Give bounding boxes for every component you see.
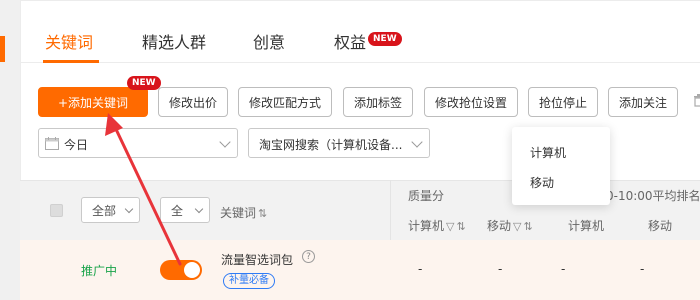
add-keyword-new-badge: NEW xyxy=(127,76,161,90)
rank-mobile-header: 移动 xyxy=(648,219,673,233)
promotion-toggle[interactable] xyxy=(160,260,202,280)
quality-pc-label: 计算机 xyxy=(408,219,445,233)
tab-benefits[interactable]: 权益 NEW xyxy=(334,29,402,53)
add-follow-button[interactable]: 添加关注 xyxy=(608,87,678,117)
chevron-down-icon xyxy=(411,136,423,148)
tab-keywords[interactable]: 关键词 xyxy=(45,29,93,53)
popup-item-mobile[interactable]: 移动 xyxy=(530,174,554,191)
quality-score-group-header: 质量分 xyxy=(408,189,445,203)
chevron-down-icon xyxy=(124,204,134,214)
channel-select-value: 淘宝网搜索（计算机设备... xyxy=(259,138,403,152)
chevron-down-icon xyxy=(219,136,231,148)
calendar-icon xyxy=(45,137,59,150)
popup-item-pc[interactable]: 计算机 xyxy=(530,144,566,161)
app-root: 关键词 精选人群 创意 权益 NEW +添加关键词 NEW 修改出价 修改匹配方式… xyxy=(0,0,700,300)
filter-icon: ▽ xyxy=(446,220,455,233)
cell-quality-pc: - xyxy=(418,262,423,276)
sort-icon: ⇅ xyxy=(258,207,268,220)
keyword-name: 流量智选词包 xyxy=(221,253,294,267)
modify-bid-button[interactable]: 修改出价 xyxy=(158,87,228,117)
add-follow-label: 添加关注 xyxy=(618,95,667,110)
add-tag-button[interactable]: 添加标签 xyxy=(343,87,413,117)
stop-rank-button[interactable]: 抢位停止 xyxy=(528,87,598,117)
modify-match-button[interactable]: 修改匹配方式 xyxy=(238,87,332,117)
tab-creative-label: 创意 xyxy=(253,33,286,52)
status-filter-value: 全部 xyxy=(92,203,117,218)
trash-icon[interactable] xyxy=(693,93,700,107)
quality-pc-header[interactable]: 计算机 ▽ ⇅ xyxy=(408,217,466,234)
keyword-tag: 补量必备 xyxy=(223,273,275,289)
status-filter-select[interactable]: 全部 xyxy=(81,197,140,223)
sort-icon: ⇅ xyxy=(456,220,466,233)
date-select[interactable]: 今日 xyxy=(38,128,238,158)
stop-rank-label: 抢位停止 xyxy=(538,95,587,110)
keyword-column-label: 关键词 xyxy=(220,206,257,220)
cell-rank-pc: - xyxy=(561,262,566,276)
toggle-knob xyxy=(184,262,200,278)
chevron-down-icon xyxy=(194,204,204,214)
tab-bar: 关键词 精选人群 创意 权益 NEW xyxy=(21,1,700,63)
add-keyword-label: +添加关键词 xyxy=(57,95,129,110)
date-select-value: 今日 xyxy=(64,138,89,152)
rank-pc-header: 计算机 xyxy=(568,219,605,233)
cell-quality-mobile: - xyxy=(498,262,503,276)
channel-select[interactable]: 淘宝网搜索（计算机设备... xyxy=(248,128,430,158)
quality-mobile-label: 移动 xyxy=(487,219,512,233)
tab-benefits-label: 权益 xyxy=(334,33,367,52)
add-keyword-button[interactable]: +添加关键词 xyxy=(38,87,148,117)
select-all-checkbox[interactable] xyxy=(50,204,63,217)
tab-audience-label: 精选人群 xyxy=(142,33,207,52)
tab-audience[interactable]: 精选人群 xyxy=(142,29,206,53)
new-badge: NEW xyxy=(368,32,402,46)
rank-group-header: 0-10:00平均排名 xyxy=(606,189,700,203)
tab-keywords-label: 关键词 xyxy=(45,33,94,52)
add-tag-label: 添加标签 xyxy=(353,95,402,110)
table-row: 推广中 流量智选词包 ? 补量必备 - - - - xyxy=(20,240,700,300)
status-text: 推广中 xyxy=(81,264,118,278)
keyword-column-header[interactable]: 关键词 ⇅ xyxy=(220,204,267,221)
help-circle-icon[interactable]: ? xyxy=(302,250,315,263)
active-tab-underline xyxy=(43,60,99,63)
modify-match-label: 修改匹配方式 xyxy=(248,95,321,110)
tab-creative[interactable]: 创意 xyxy=(253,29,285,53)
modify-bid-label: 修改出价 xyxy=(168,95,217,110)
cell-rank-mobile: - xyxy=(640,262,645,276)
left-accent-bar xyxy=(0,36,5,62)
filter-icon: ▽ xyxy=(513,220,522,233)
quality-mobile-header[interactable]: 移动 ▽ ⇅ xyxy=(487,217,533,234)
modify-rank-setting-button[interactable]: 修改抢位设置 xyxy=(424,87,518,117)
type-filter-value: 全 xyxy=(171,203,184,218)
main-panel: 关键词 精选人群 创意 权益 NEW +添加关键词 NEW 修改出价 修改匹配方式… xyxy=(20,0,700,300)
modify-rank-setting-label: 修改抢位设置 xyxy=(434,95,507,110)
device-popup-menu: 计算机 移动 xyxy=(512,127,610,205)
type-filter-select[interactable]: 全 xyxy=(160,197,210,223)
sort-icon: ⇅ xyxy=(523,220,533,233)
